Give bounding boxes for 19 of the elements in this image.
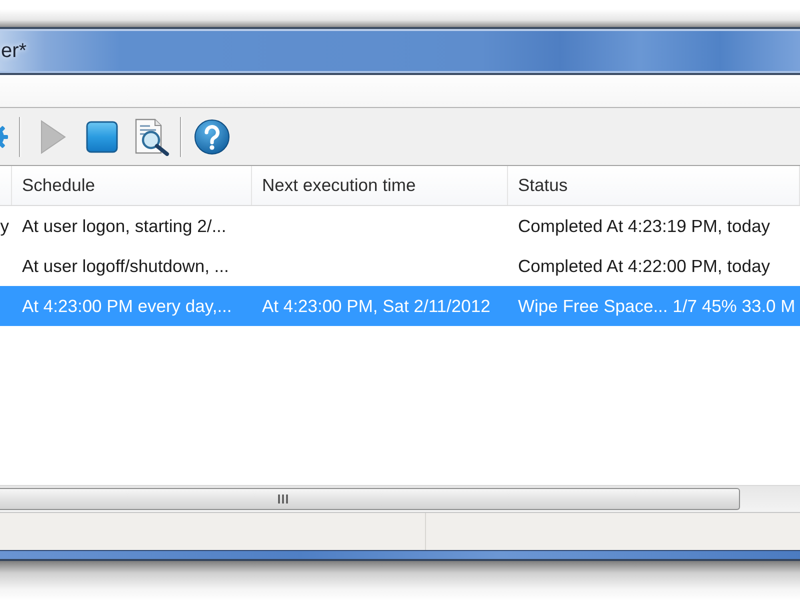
scrollbar-thumb[interactable]: [0, 488, 740, 510]
table-cell-text: At user logon, starting 2/...: [21, 214, 228, 238]
log-search-icon[interactable]: [134, 118, 170, 156]
stop-icon[interactable]: [86, 120, 118, 152]
table-cell-text: At 4:23:00 PM every day,...: [21, 294, 233, 318]
table-cell-text: y: [0, 214, 10, 238]
column-header[interactable]: Status: [508, 166, 800, 205]
help-icon[interactable]: [194, 118, 230, 154]
table-row[interactable]: y At user logon, starting 2/... Completed At 4:23:19 PM, today: [0, 206, 800, 246]
table-cell-text: At user logoff/shutdown, ...: [21, 254, 230, 278]
window-title: er*: [0, 40, 27, 62]
column-header[interactable]: Schedule: [12, 166, 252, 205]
table-cell-text: Completed At 4:22:00 PM, today: [517, 254, 771, 278]
table-row[interactable]: At user logoff/shutdown, ... Completed At 4:22:00 PM, today: [0, 246, 800, 286]
table-cell-text: At 4:23:00 PM, Sat 2/11/2012: [261, 294, 492, 318]
table-cell-text: Wipe Free Space... 1/7 45% 33.0 M: [517, 294, 796, 318]
table-cell-text: Completed At 4:23:19 PM, today: [517, 214, 771, 238]
column-header[interactable]: Next execution time: [252, 166, 508, 205]
grip-icon: [278, 494, 288, 504]
